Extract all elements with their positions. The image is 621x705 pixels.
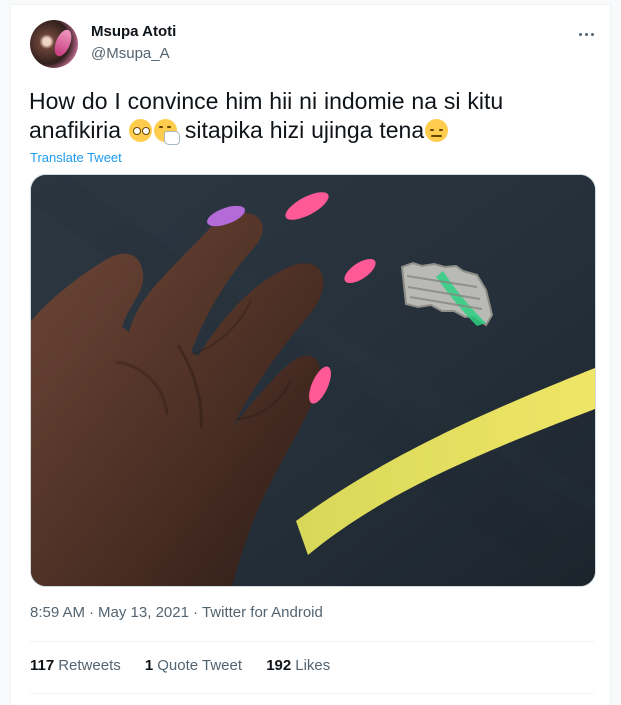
tweet-card: Msupa Atoti @Msupa_A How do I convince h… — [10, 4, 611, 705]
likes-stat[interactable]: 192 Likes — [266, 656, 330, 676]
divider — [30, 641, 594, 642]
retweets-stat[interactable]: 117 Retweets — [30, 656, 121, 676]
translate-tweet-link[interactable]: Translate Tweet — [30, 150, 122, 166]
more-dot-icon — [584, 32, 588, 36]
likes-label: Likes — [295, 657, 331, 674]
tweet-source[interactable]: Twitter for Android — [202, 603, 323, 623]
handle[interactable]: @Msupa_A — [91, 44, 170, 64]
quote-tweets-stat[interactable]: 1 Quote Tweet — [145, 656, 242, 676]
photo-hand-and-wrapper — [31, 175, 595, 586]
divider — [30, 693, 594, 694]
face-with-rolling-eyes-icon — [128, 119, 152, 142]
more-options-button[interactable] — [574, 22, 598, 46]
quote-tweets-label: Quote Tweet — [157, 657, 243, 674]
sneezing-face-icon — [153, 119, 180, 145]
likes-count: 192 — [266, 657, 292, 674]
tweet-time[interactable]: 8:59 AM — [30, 603, 85, 623]
tweet-text: How do I convince him hii ni indomie na … — [29, 87, 599, 145]
tissue-icon — [163, 131, 180, 145]
quote-tweets-count: 1 — [144, 657, 154, 674]
tweet-text-part-2: sitapika hizi ujinga tena — [184, 117, 425, 143]
retweets-count: 117 — [30, 657, 55, 674]
retweets-label: Retweets — [58, 657, 121, 674]
face-with-steam-from-nose-icon — [425, 119, 449, 142]
tweet-stats: 117 Retweets 1 Quote Tweet 192 Likes — [30, 656, 350, 676]
separator-dot-icon: · — [192, 604, 198, 621]
display-name[interactable]: Msupa Atoti — [91, 22, 176, 42]
steam-mouth-icon — [431, 135, 443, 137]
tweet-media-image[interactable] — [30, 174, 596, 587]
more-dot-icon — [590, 32, 594, 36]
more-dot-icon — [578, 32, 582, 36]
separator-dot-icon: · — [89, 604, 95, 621]
avatar[interactable] — [30, 20, 78, 68]
tweet-date[interactable]: May 13, 2021 — [98, 603, 189, 623]
tweet-metadata: 8:59 AM · May 13, 2021 · Twitter for Android — [30, 603, 323, 623]
